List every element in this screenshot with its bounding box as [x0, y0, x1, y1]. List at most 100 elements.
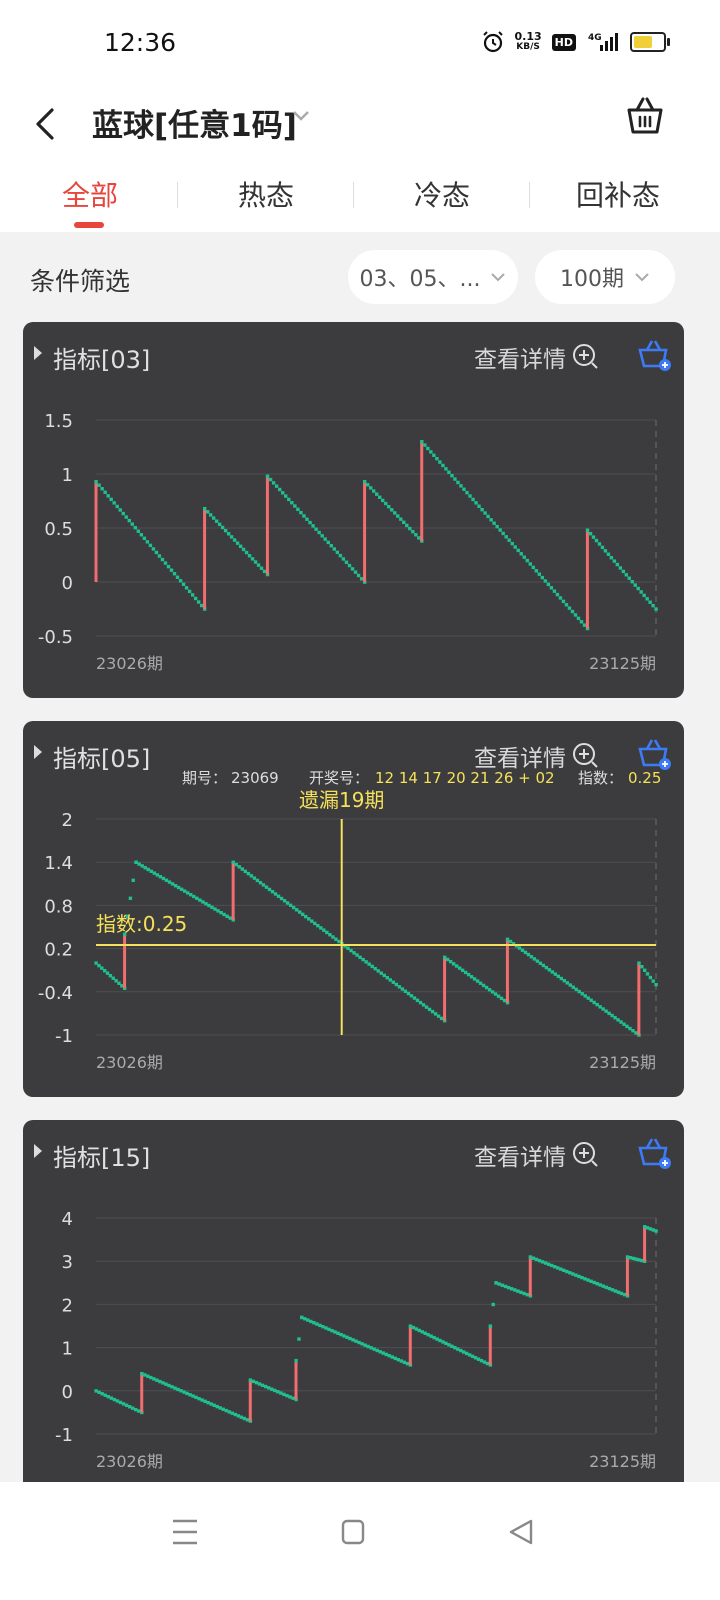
omission-label: 遗漏19期 [299, 788, 384, 812]
decline-step [345, 1335, 349, 1339]
decline-step [516, 1289, 520, 1293]
decline-step [112, 1397, 117, 1402]
decline-step [223, 528, 228, 533]
decline-step [606, 552, 611, 556]
decline-step [442, 955, 447, 960]
decline-step [482, 1360, 487, 1364]
decline-step [371, 489, 376, 493]
decline-step [203, 1399, 207, 1404]
decline-step [381, 498, 385, 503]
decline-step [435, 1337, 439, 1341]
decline-step [187, 589, 192, 594]
decline-step [537, 572, 542, 576]
decline-step [252, 876, 257, 880]
decline-step [586, 996, 590, 1000]
decline-step [164, 878, 169, 882]
decline-step [170, 882, 175, 886]
decline-step [444, 467, 448, 471]
decline-step [97, 1390, 101, 1395]
decline-step [361, 957, 365, 962]
decline-step [221, 1407, 225, 1411]
decline-step [445, 957, 450, 962]
decline-step [179, 887, 184, 891]
decline-step [191, 1394, 195, 1398]
page-title[interactable]: 蓝球[任意1码] [92, 100, 297, 145]
decline-step [495, 524, 499, 529]
back-icon[interactable] [508, 1518, 534, 1546]
decline-step [344, 560, 349, 564]
decline-step [224, 1408, 228, 1413]
decline-step [109, 1396, 114, 1400]
back-arrow-icon[interactable] [32, 106, 58, 142]
decline-step [214, 519, 219, 523]
decline-step [639, 590, 643, 594]
decline-step [601, 1284, 605, 1288]
decline-step [228, 916, 232, 920]
decline-step [273, 892, 278, 896]
decline-step [645, 597, 649, 601]
decline-step [296, 507, 300, 512]
decline-step [489, 518, 493, 522]
decline-step [154, 550, 159, 555]
decline-step [258, 880, 263, 885]
decline-step [400, 987, 405, 991]
decline-step [167, 1383, 171, 1388]
decline-step [216, 909, 220, 913]
decline-step [559, 1267, 563, 1271]
decline-step [588, 531, 593, 536]
decline-step [403, 989, 408, 993]
decline-step [100, 1392, 104, 1396]
decline-step [496, 994, 501, 998]
y-tick-label: 4 [62, 1209, 73, 1230]
decline-step [219, 911, 223, 915]
decline-step [459, 484, 463, 488]
cart-icon[interactable] [626, 96, 664, 136]
decline-step [249, 874, 254, 878]
decline-step [370, 964, 374, 969]
decline-step [384, 1352, 388, 1357]
decline-step [526, 952, 531, 957]
decline-step [313, 921, 317, 926]
decline-step [415, 998, 420, 1003]
decline-step [291, 1396, 295, 1400]
decline-step [94, 1389, 98, 1393]
decline-step [302, 514, 306, 518]
decline-step [369, 1346, 373, 1350]
decline-step [464, 1351, 469, 1356]
decline-step [184, 586, 189, 590]
decline-step [483, 511, 487, 515]
tab-hot[interactable]: 热态 [176, 174, 356, 214]
decline-step [537, 1258, 542, 1263]
decline-step [167, 880, 172, 884]
decline-step [390, 1355, 394, 1359]
home-icon[interactable] [341, 1518, 365, 1546]
numbers-select[interactable]: 03、05、... [348, 250, 518, 304]
decline-step [309, 1319, 313, 1324]
tab-rebound[interactable]: 回补态 [528, 174, 708, 214]
tab-all[interactable]: 全部 [0, 174, 180, 214]
period-select[interactable]: 100期 [535, 250, 675, 304]
decline-step [182, 1390, 186, 1394]
decline-step [519, 552, 523, 556]
decline-step [202, 506, 207, 511]
decline-step [633, 583, 637, 587]
chevron-down-icon[interactable] [292, 110, 310, 122]
signal-icon: 4G [588, 33, 618, 51]
tab-cold[interactable]: 冷态 [352, 174, 532, 214]
decline-step [376, 969, 380, 973]
decline-step [414, 533, 418, 537]
decline-step [347, 563, 352, 568]
tab-bar: 全部 热态 冷态 回补态 [0, 160, 720, 232]
decline-step [247, 554, 252, 558]
decline-step [490, 990, 495, 994]
x-start-label: 23026期 [96, 1053, 163, 1072]
decline-step [441, 463, 445, 468]
decline-step [405, 523, 409, 528]
status-time: 12:36 [104, 28, 177, 57]
menu-icon[interactable] [172, 1518, 198, 1546]
y-tick-label: -1 [55, 1425, 73, 1446]
decline-step [603, 549, 608, 553]
decline-step [326, 540, 330, 545]
decline-step [460, 968, 465, 972]
decline-step [128, 896, 133, 900]
